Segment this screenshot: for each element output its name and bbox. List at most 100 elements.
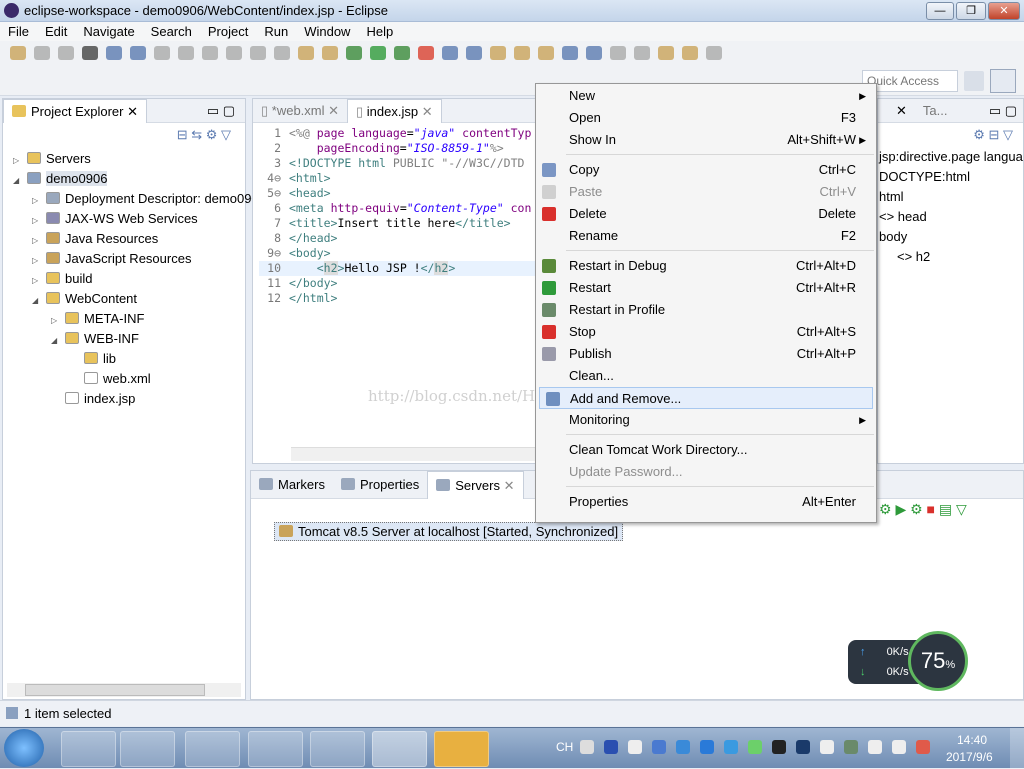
tree-item[interactable]: ▷ Deployment Descriptor: demo0906	[3, 189, 266, 211]
memory-gauge[interactable]: 75%	[908, 631, 968, 691]
tree-item[interactable]: ▷ Java Resources	[3, 229, 245, 249]
taskbar-word[interactable]	[248, 731, 303, 767]
toolbar-button-icon[interactable]	[130, 46, 146, 60]
menu-help[interactable]: Help	[358, 22, 401, 41]
menu-item-publish[interactable]: Publish Ctrl+Alt+P	[536, 343, 876, 365]
taskbar-explorer[interactable]	[120, 731, 175, 767]
toolbar-button-icon[interactable]	[682, 46, 698, 60]
tray-usb-icon[interactable]	[652, 740, 666, 754]
menu-item-update-password[interactable]: Update Password...	[536, 461, 876, 483]
tree-item[interactable]: ◢ WebContent	[3, 289, 245, 309]
close-icon[interactable]: ✕	[418, 104, 433, 119]
tab-project-explorer[interactable]: Project Explorer ✕	[3, 98, 148, 123]
toolbar-button-icon[interactable]	[322, 46, 338, 60]
tray-network-toggle-icon[interactable]	[628, 740, 642, 754]
start-button[interactable]	[4, 729, 44, 767]
menu-item-open[interactable]: Open F3	[536, 107, 876, 129]
clock-date[interactable]: 2017/9/6	[946, 750, 993, 764]
close-icon[interactable]: ✕	[500, 478, 515, 493]
menu-item-paste[interactable]: Paste Ctrl+V	[536, 181, 876, 203]
menu-item-restart[interactable]: Restart Ctrl+Alt+R	[536, 277, 876, 299]
expand-toggle-icon[interactable]: ▷	[13, 151, 27, 171]
tree-item[interactable]: ▷ Servers	[3, 149, 245, 169]
tree-item[interactable]: ◢ demo0906	[3, 169, 245, 189]
tray-box-icon[interactable]	[676, 740, 690, 754]
menu-item-show-in[interactable]: Show In Alt+Shift+W ▶	[536, 129, 876, 151]
view-toolbar[interactable]: ⊟ ⇆ ⚙ ▽	[3, 123, 245, 149]
tray-bluetooth-icon[interactable]	[796, 740, 810, 754]
outline-item[interactable]: html	[879, 187, 1023, 207]
tray-wechat-icon[interactable]	[748, 740, 762, 754]
toolbar-button-icon[interactable]	[10, 46, 26, 60]
toolbar-button-icon[interactable]	[610, 46, 626, 60]
toolbar-button-icon[interactable]	[154, 46, 170, 60]
menu-item-clean[interactable]: Clean...	[536, 365, 876, 387]
expand-toggle-icon[interactable]: ◢	[13, 171, 27, 191]
menu-item-copy[interactable]: Copy Ctrl+C	[536, 159, 876, 181]
menu-item-stop[interactable]: Stop Ctrl+Alt+S	[536, 321, 876, 343]
tree-item[interactable]: ▷ build	[3, 269, 245, 289]
tray-qq-icon[interactable]	[772, 740, 786, 754]
close-icon[interactable]: ✕	[325, 103, 339, 118]
toolbar-button-icon[interactable]	[370, 46, 386, 60]
toolbar-button-icon[interactable]	[298, 46, 314, 60]
outline-item[interactable]: DOCTYPE:html	[879, 167, 1023, 187]
expand-toggle-icon[interactable]: ◢	[32, 291, 46, 311]
toolbar-button-icon[interactable]	[562, 46, 578, 60]
tree-item[interactable]: ◢ WEB-INF	[3, 329, 245, 349]
taskbar-wechat[interactable]	[434, 731, 489, 767]
menu-item-restart-in-profile[interactable]: Restart in Profile	[536, 299, 876, 321]
toolbar-button-icon[interactable]	[538, 46, 554, 60]
toolbar-button-icon[interactable]	[706, 46, 722, 60]
expand-toggle-icon[interactable]: ▷	[32, 191, 46, 211]
menu-item-new[interactable]: New ▶	[536, 85, 876, 107]
menu-item-clean-tomcat-work-directory[interactable]: Clean Tomcat Work Directory...	[536, 439, 876, 461]
menu-edit[interactable]: Edit	[37, 22, 75, 41]
tray-close-app-icon[interactable]	[916, 740, 930, 754]
taskbar-app[interactable]	[310, 731, 365, 767]
taskbar-eclipse[interactable]	[372, 731, 427, 767]
tree-item[interactable]: lib	[3, 349, 245, 369]
tree-item[interactable]: web.xml	[3, 369, 245, 389]
menu-item-rename[interactable]: Rename F2	[536, 225, 876, 247]
expand-toggle-icon[interactable]: ▷	[51, 311, 65, 331]
tree-item[interactable]: ▷ JavaScript Resources	[3, 249, 245, 269]
expand-toggle-icon[interactable]: ▷	[32, 271, 46, 291]
toolbar-button-icon[interactable]	[202, 46, 218, 60]
editor-tab[interactable]: ▯ *web.xml ✕	[253, 99, 347, 123]
server-item[interactable]: Tomcat v8.5 Server at localhost [Started…	[274, 522, 624, 541]
taskbar-browser[interactable]	[185, 731, 240, 767]
toolbar-button-icon[interactable]	[58, 46, 74, 60]
outline-item[interactable]: <> h2	[879, 247, 1023, 267]
outline-item[interactable]: body	[879, 227, 1023, 247]
close-icon[interactable]: ✕	[127, 104, 138, 119]
toolbar-button-icon[interactable]	[394, 46, 410, 60]
tree-item[interactable]: ▷ META-INF	[3, 309, 245, 329]
menu-item-monitoring[interactable]: Monitoring ▶	[536, 409, 876, 431]
outline-item[interactable]: jsp:directive.page langua	[879, 147, 1023, 167]
menu-project[interactable]: Project	[200, 22, 256, 41]
toolbar-button-icon[interactable]	[418, 46, 434, 60]
servers-toolbar[interactable]: ⚙ ▶ ⚙ ■ ▤ ▽	[879, 501, 967, 518]
toolbar-button-icon[interactable]	[634, 46, 650, 60]
toolbar-button-icon[interactable]	[586, 46, 602, 60]
open-perspective-icon[interactable]	[964, 71, 984, 91]
horizontal-scrollbar[interactable]	[7, 683, 241, 697]
outline-item[interactable]: <> head	[879, 207, 1023, 227]
menu-item-properties[interactable]: Properties Alt+Enter	[536, 491, 876, 513]
expand-toggle-icon[interactable]: ▷	[32, 231, 46, 251]
menu-search[interactable]: Search	[143, 22, 200, 41]
toolbar-button-icon[interactable]	[466, 46, 482, 60]
toolbar-button-icon[interactable]	[178, 46, 194, 60]
tray-keyboard-icon[interactable]	[580, 740, 594, 754]
toolbar-button-icon[interactable]	[106, 46, 122, 60]
toolbar-button-icon[interactable]	[346, 46, 362, 60]
toolbar-button-icon[interactable]	[442, 46, 458, 60]
toolbar-button-icon[interactable]	[34, 46, 50, 60]
close-button[interactable]: ✕	[988, 2, 1020, 20]
menu-file[interactable]: File	[0, 22, 37, 41]
menu-item-delete[interactable]: Delete Delete	[536, 203, 876, 225]
editor-tab[interactable]: ▯ index.jsp ✕	[347, 98, 442, 123]
minimize-maximize-icons[interactable]: ▭ ▢	[207, 103, 235, 119]
tab-markers[interactable]: Markers	[251, 471, 333, 499]
